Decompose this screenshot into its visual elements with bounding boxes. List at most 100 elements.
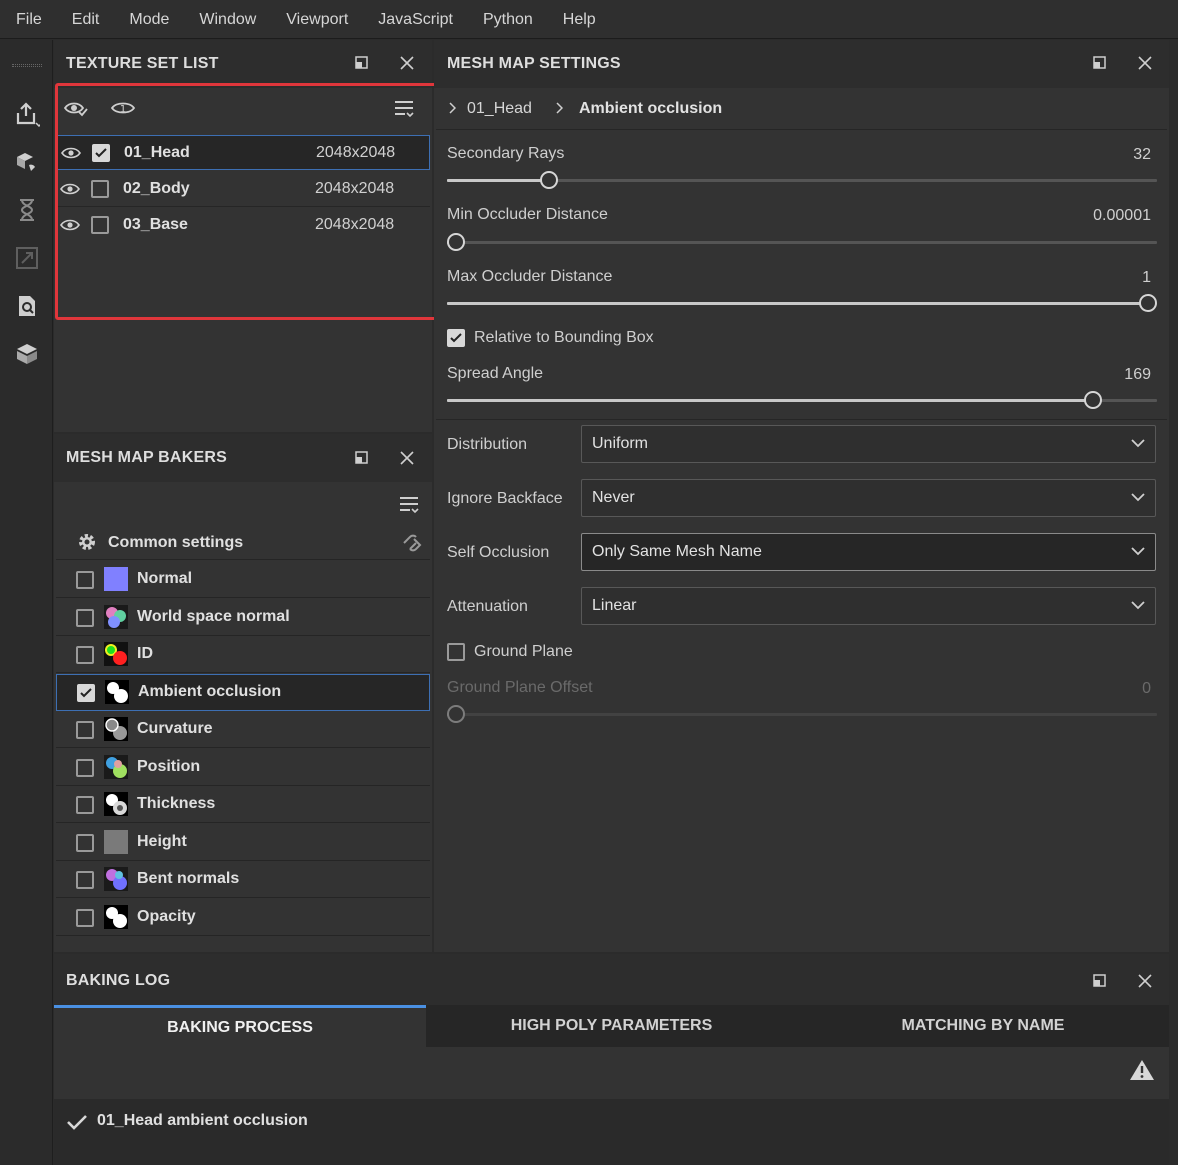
slider-handle[interactable] — [1139, 294, 1157, 312]
menu-viewport[interactable]: Viewport — [271, 0, 363, 39]
menu-python[interactable]: Python — [468, 0, 548, 39]
list-options-icon[interactable] — [398, 494, 420, 516]
baker-label: World space normal — [137, 608, 290, 625]
menu-javascript[interactable]: JavaScript — [363, 0, 468, 39]
baker-checkbox[interactable] — [76, 609, 94, 627]
baker-row[interactable]: Curvature — [56, 711, 430, 748]
baker-label: Bent normals — [137, 870, 240, 887]
relative-bbox-checkbox[interactable] — [447, 329, 465, 347]
baker-label: Height — [137, 833, 187, 850]
slider-handle[interactable] — [1084, 391, 1102, 409]
spread-angle-value[interactable]: 169 — [1000, 366, 1151, 384]
breadcrumb: 01_Head Ambient occlusion — [436, 88, 1167, 130]
chevron-right-icon — [555, 102, 563, 114]
menu-help[interactable]: Help — [548, 0, 611, 39]
hourglass-icon[interactable] — [13, 196, 41, 224]
baker-row[interactable]: ID — [56, 636, 430, 673]
opacity-map-icon — [104, 905, 128, 929]
min-occluder-distance-value[interactable]: 0.00001 — [1000, 207, 1151, 225]
secondary-rays-slider[interactable] — [447, 171, 1157, 189]
menu-window[interactable]: Window — [184, 0, 271, 39]
chevron-down-icon — [1131, 598, 1145, 612]
slider-handle — [447, 705, 465, 723]
baker-row[interactable]: Thickness — [56, 786, 430, 823]
attenuation-label: Attenuation — [447, 598, 528, 615]
attenuation-dropdown[interactable]: Linear — [581, 587, 1156, 625]
menu-mode[interactable]: Mode — [114, 0, 184, 39]
ground-plane-offset-label: Ground Plane Offset — [447, 679, 593, 696]
max-occluder-distance-slider[interactable] — [447, 294, 1157, 312]
secondary-rays-value[interactable]: 32 — [1000, 146, 1151, 164]
baker-row[interactable]: Ambient occlusion — [56, 674, 430, 711]
tab-matching-by-name[interactable]: MATCHING BY NAME — [797, 1005, 1169, 1047]
baker-row[interactable]: Normal — [56, 561, 430, 598]
tab-high-poly-parameters[interactable]: HIGH POLY PARAMETERS — [426, 1005, 797, 1047]
ground-plane-checkbox[interactable] — [447, 643, 465, 661]
export-icon[interactable] — [13, 100, 41, 128]
log-entry: 01_Head ambient occlusion — [97, 1112, 308, 1129]
baker-checkbox[interactable] — [77, 684, 95, 702]
search-file-icon[interactable] — [13, 292, 41, 320]
baker-label: ID — [137, 645, 153, 662]
close-icon[interactable] — [398, 449, 416, 467]
link-icon[interactable] — [400, 531, 426, 553]
ambient-occlusion-icon — [105, 680, 129, 704]
float-panel-icon[interactable] — [1091, 54, 1109, 72]
baker-label: Curvature — [137, 720, 213, 737]
baker-checkbox[interactable] — [76, 909, 94, 927]
baker-row[interactable]: Position — [56, 749, 430, 786]
breadcrumb-item[interactable]: 01_Head — [467, 100, 532, 118]
scrollbar[interactable] — [1169, 40, 1178, 952]
spread-angle-slider[interactable] — [447, 391, 1157, 409]
slider-fill — [447, 399, 1093, 402]
slider-fill — [447, 302, 1148, 305]
menu-file[interactable]: File — [0, 0, 57, 39]
float-panel-icon[interactable] — [353, 449, 371, 467]
bake-icon[interactable] — [13, 148, 41, 176]
baker-checkbox[interactable] — [76, 796, 94, 814]
close-icon[interactable] — [398, 54, 416, 72]
distribution-dropdown[interactable]: Uniform — [581, 425, 1156, 463]
left-toolbar — [0, 40, 53, 1165]
normal-map-icon — [104, 567, 128, 591]
max-occluder-distance-label: Max Occluder Distance — [447, 268, 613, 285]
box-icon[interactable] — [13, 340, 41, 368]
baker-row[interactable]: Bent normals — [56, 861, 430, 898]
baker-checkbox[interactable] — [76, 871, 94, 889]
scrollbar[interactable] — [1169, 954, 1178, 1165]
menu-edit[interactable]: Edit — [57, 0, 115, 39]
resize-icon[interactable] — [13, 244, 41, 272]
dropdown-value: Uniform — [592, 435, 649, 452]
baker-row[interactable]: Height — [56, 824, 430, 861]
relative-bbox-label: Relative to Bounding Box — [474, 329, 654, 346]
warning-icon[interactable] — [1129, 1058, 1155, 1082]
curvature-icon — [104, 717, 128, 741]
baker-row[interactable]: World space normal — [56, 599, 430, 636]
close-icon[interactable] — [1136, 54, 1154, 72]
baker-label: Normal — [137, 570, 193, 587]
slider-handle[interactable] — [540, 171, 558, 189]
grip-handle[interactable] — [12, 64, 42, 67]
float-panel-icon[interactable] — [353, 54, 371, 72]
mesh-map-bakers-header: MESH MAP BAKERS — [54, 434, 432, 482]
tab-baking-process[interactable]: BAKING PROCESS — [54, 1005, 426, 1047]
max-occluder-distance-value[interactable]: 1 — [1000, 269, 1151, 287]
common-settings-row[interactable]: Common settings — [56, 525, 430, 560]
dropdown-value: Linear — [592, 597, 637, 614]
self-occlusion-dropdown[interactable]: Only Same Mesh Name — [581, 533, 1156, 571]
baker-checkbox[interactable] — [76, 721, 94, 739]
world-space-normal-icon — [104, 605, 128, 629]
slider-handle[interactable] — [447, 233, 465, 251]
baker-checkbox[interactable] — [76, 646, 94, 664]
baker-checkbox[interactable] — [76, 834, 94, 852]
baker-checkbox[interactable] — [76, 571, 94, 589]
min-occluder-distance-slider[interactable] — [447, 233, 1157, 251]
dropdown-value: Never — [592, 489, 635, 506]
close-icon[interactable] — [1136, 972, 1154, 990]
baker-label: Opacity — [137, 908, 196, 925]
ignore-backface-dropdown[interactable]: Never — [581, 479, 1156, 517]
baker-row[interactable]: Opacity — [56, 899, 430, 936]
id-map-icon — [104, 642, 128, 666]
float-panel-icon[interactable] — [1091, 972, 1109, 990]
baker-checkbox[interactable] — [76, 759, 94, 777]
